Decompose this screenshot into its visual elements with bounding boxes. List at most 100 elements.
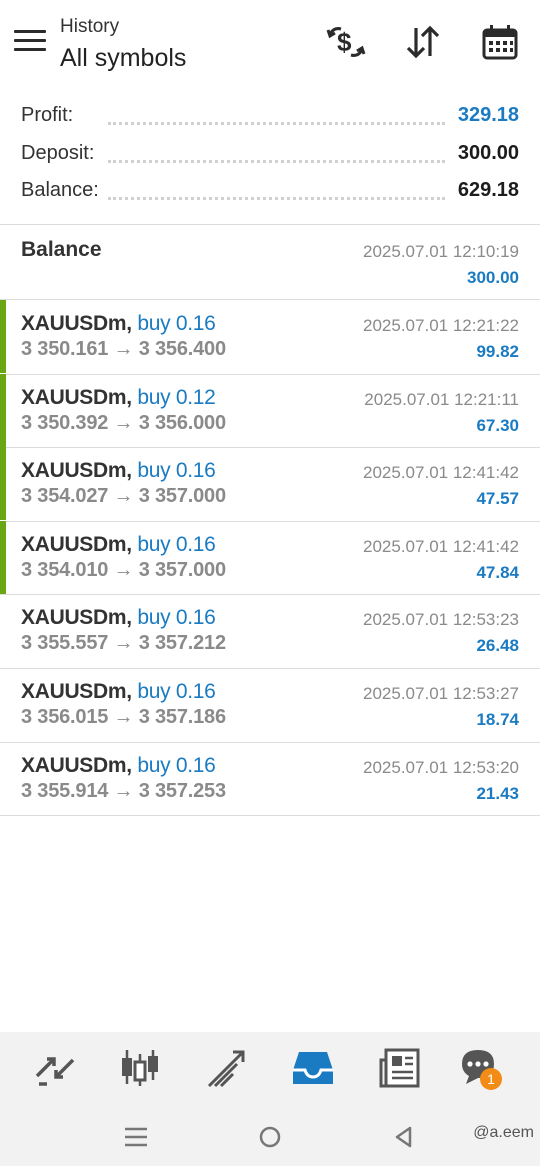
deal-row[interactable]: XAUUSDm, buy 0.16 3 356.015 → 3 357.186 20…: [0, 668, 540, 741]
deal-time: 2025.07.01 12:53:27: [363, 684, 519, 703]
trade-icon[interactable]: [205, 1046, 249, 1090]
deal-symbol: XAUUSDm, buy 0.16: [21, 754, 216, 778]
header-title[interactable]: All symbols: [60, 44, 186, 73]
profit-indicator-bar: [0, 447, 6, 520]
close-price: 3 356.000: [138, 412, 226, 434]
deal-prices: 3 354.010 → 3 357.000: [21, 559, 226, 582]
profit-label: Profit:: [21, 104, 82, 127]
profit-value: 329.18: [451, 104, 519, 127]
balance-label: Balance:: [21, 179, 107, 202]
deal-row[interactable]: XAUUSDm, buy 0.16 3 355.914 → 3 357.253 20…: [0, 742, 540, 815]
currency-exchange-icon[interactable]: $: [326, 22, 366, 62]
deal-symbol: XAUUSDm, buy 0.12: [21, 386, 216, 410]
chat-badge: 1: [480, 1068, 502, 1090]
deal-time: 2025.07.01 12:21:11: [364, 390, 519, 409]
profit-indicator-bar: [0, 374, 6, 447]
arrow-icon: →: [113, 632, 134, 654]
divider: [0, 224, 540, 225]
deal-profit: 67.30: [476, 416, 519, 435]
arrow-icon: →: [113, 706, 134, 728]
deal-type: buy 0.16: [137, 606, 216, 629]
bottom-tabbar: 1: [0, 1032, 540, 1106]
deal-type: buy 0.16: [137, 312, 216, 335]
symbol-name: XAUUSDm,: [21, 386, 132, 409]
symbol-name: XAUUSDm,: [21, 754, 132, 777]
history-icon[interactable]: [291, 1046, 335, 1090]
close-price: 3 357.186: [138, 706, 226, 728]
deal-prices: 3 350.392 → 3 356.000: [21, 412, 226, 435]
open-price: 3 350.392: [21, 412, 109, 434]
open-price: 3 355.557: [21, 632, 109, 654]
balance-entry-label: Balance: [21, 238, 102, 261]
deal-profit: 26.48: [476, 636, 519, 655]
deal-type: buy 0.16: [137, 680, 216, 703]
deal-prices: 3 350.161 → 3 356.400: [21, 338, 226, 361]
deal-profit: 99.82: [476, 342, 519, 361]
deal-symbol: XAUUSDm, buy 0.16: [21, 312, 216, 336]
close-price: 3 357.000: [138, 559, 226, 581]
deal-row[interactable]: XAUUSDm, buy 0.16 3 350.161 → 3 356.400 20…: [0, 300, 540, 373]
arrow-icon: →: [113, 780, 134, 802]
deal-row[interactable]: XAUUSDm, buy 0.12 3 350.392 → 3 356.000 20…: [0, 374, 540, 447]
close-price: 3 357.253: [138, 780, 226, 802]
deal-time: 2025.07.01 12:41:42: [363, 537, 519, 556]
deposit-label: Deposit:: [21, 142, 103, 165]
deal-profit: 47.84: [476, 563, 519, 582]
symbol-name: XAUUSDm,: [21, 312, 132, 335]
symbol-name: XAUUSDm,: [21, 606, 132, 629]
divider: [0, 815, 540, 816]
deal-prices: 3 356.015 → 3 357.186: [21, 706, 226, 729]
watermark-text: @a.eem: [473, 1124, 534, 1141]
sort-icon[interactable]: [403, 22, 443, 62]
deal-prices: 3 355.914 → 3 357.253: [21, 780, 226, 803]
balance-entry-time: 2025.07.01 12:10:19: [363, 242, 519, 261]
balance-entry-amount: 300.00: [467, 268, 519, 287]
arrow-icon: →: [113, 485, 134, 507]
deal-symbol: XAUUSDm, buy 0.16: [21, 533, 216, 557]
profit-row: Profit: 329.18: [0, 104, 540, 140]
deal-type: buy 0.12: [137, 386, 216, 409]
arrow-icon: →: [113, 559, 134, 581]
deal-prices: 3 355.557 → 3 357.212: [21, 632, 226, 655]
symbol-name: XAUUSDm,: [21, 533, 132, 556]
deal-type: buy 0.16: [137, 533, 216, 556]
deposit-value: 300.00: [451, 142, 519, 165]
app-header: History All symbols $: [0, 0, 540, 92]
arrow-icon: →: [113, 338, 134, 360]
header-subtitle: History: [60, 16, 120, 37]
close-price: 3 357.212: [138, 632, 226, 654]
system-navbar: @a.eem: [0, 1106, 540, 1166]
deal-prices: 3 354.027 → 3 357.000: [21, 485, 226, 508]
recent-apps-icon[interactable]: [121, 1122, 151, 1152]
profit-indicator-bar: [0, 300, 6, 373]
symbol-name: XAUUSDm,: [21, 680, 132, 703]
profit-indicator-bar: [0, 521, 6, 594]
deal-time: 2025.07.01 12:53:20: [363, 758, 519, 777]
calendar-icon[interactable]: [480, 22, 520, 62]
balance-value: 629.18: [451, 179, 519, 202]
deal-profit: 18.74: [476, 710, 519, 729]
home-icon[interactable]: [255, 1122, 285, 1152]
symbol-name: XAUUSDm,: [21, 459, 132, 482]
deal-row[interactable]: XAUUSDm, buy 0.16 3 354.027 → 3 357.000 20…: [0, 447, 540, 520]
news-icon[interactable]: [378, 1046, 422, 1090]
chart-icon[interactable]: [118, 1046, 162, 1090]
deal-symbol: XAUUSDm, buy 0.16: [21, 680, 216, 704]
deal-profit: 47.57: [476, 489, 519, 508]
open-price: 3 350.161: [21, 338, 109, 360]
chat-icon[interactable]: 1: [458, 1046, 502, 1090]
deal-row[interactable]: XAUUSDm, buy 0.16 3 355.557 → 3 357.212 20…: [0, 594, 540, 667]
quotes-icon[interactable]: [33, 1046, 77, 1090]
open-price: 3 354.010: [21, 559, 109, 581]
back-icon[interactable]: [389, 1122, 419, 1152]
deposit-row: Deposit: 300.00: [0, 142, 540, 178]
deal-row[interactable]: XAUUSDm, buy 0.16 3 354.010 → 3 357.000 20…: [0, 521, 540, 594]
deal-symbol: XAUUSDm, buy 0.16: [21, 459, 216, 483]
open-price: 3 354.027: [21, 485, 109, 507]
menu-icon[interactable]: [14, 30, 46, 56]
summary-panel: Profit: 329.18 Deposit: 300.00 Balance: …: [0, 96, 540, 224]
arrow-icon: →: [113, 412, 134, 434]
open-price: 3 355.914: [21, 780, 109, 802]
balance-entry[interactable]: Balance 2025.07.01 12:10:19 300.00: [0, 226, 540, 299]
open-price: 3 356.015: [21, 706, 109, 728]
